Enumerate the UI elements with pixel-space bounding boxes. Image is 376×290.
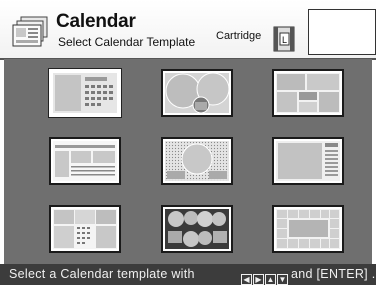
cartridge-status-box [308,9,376,55]
template-thumb-8[interactable] [161,205,233,253]
template-5-preview-icon [165,141,229,181]
template-thumb-1[interactable] [49,69,121,117]
template-thumb-2[interactable] [161,69,233,117]
instruction-bar: Select a Calendar template with ◀ ▶ ▲ ▼ and… [0,264,376,286]
template-7-preview-icon [53,209,117,249]
template-2-preview-icon [165,73,229,113]
cartridge-icon: L [273,26,295,52]
instruction-suffix: and [ENTER] . [291,267,376,281]
cartridge-label: Cartridge [216,30,262,42]
template-thumb-6[interactable] [272,137,344,185]
template-thumb-3[interactable] [272,69,344,117]
template-8-preview-icon [165,209,229,249]
calendar-template-screen: Calendar Select Calendar Template Cartri… [0,0,376,286]
template-thumb-4[interactable] [49,137,121,185]
calendar-app-icon [12,16,48,47]
page-subtitle: Select Calendar Template [58,35,196,49]
cartridge-icon-letter: L [282,35,287,45]
header: Calendar Select Calendar Template Cartri… [0,0,376,60]
instruction-prefix: Select a Calendar template with [9,267,195,281]
down-arrow-key-icon: ▼ [277,274,288,286]
template-4-preview-icon [53,141,117,181]
template-thumb-7[interactable] [49,205,121,253]
right-arrow-key-icon: ▶ [253,274,264,286]
up-arrow-key-icon: ▲ [265,274,276,286]
page-title: Calendar [56,11,136,32]
template-thumb-5[interactable] [161,137,233,185]
template-grid [4,59,372,264]
template-9-preview-icon [276,209,340,249]
left-arrow-key-icon: ◀ [241,274,252,286]
arrow-keys: ◀ ▶ ▲ ▼ [241,269,289,286]
template-6-preview-icon [276,141,340,181]
template-1-preview-icon [53,73,117,113]
template-thumb-9[interactable] [272,205,344,253]
template-3-preview-icon [276,73,340,113]
